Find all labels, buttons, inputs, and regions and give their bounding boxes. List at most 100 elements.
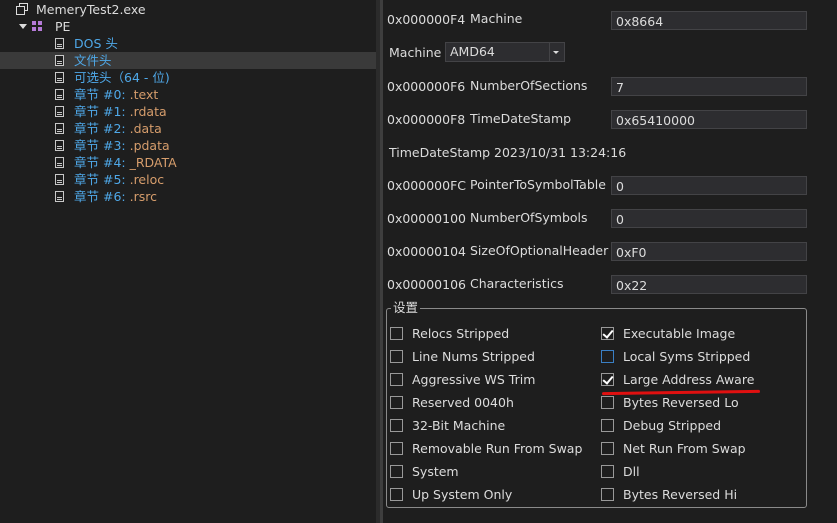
checkbox-unchecked-icon[interactable] (390, 465, 403, 478)
tree-item-label: DOS 头 (74, 36, 118, 51)
symtable-offset: 0x000000FC (387, 178, 466, 193)
document-icon (55, 89, 64, 100)
document-icon (55, 174, 64, 185)
section-name: .pdata (129, 138, 170, 153)
tree-item[interactable]: 文件头 (0, 52, 376, 69)
pe-module-icon (32, 21, 42, 31)
numsyms-offset: 0x00000100 (387, 211, 466, 226)
checkbox-unchecked-icon[interactable] (390, 488, 403, 501)
timestamp-field[interactable]: 0x65410000 (611, 110, 807, 129)
tree-pe-node[interactable]: PE (0, 18, 376, 35)
timestamp-text-value: 2023/10/31 13:24:16 (494, 145, 627, 160)
checkbox-unchecked-icon[interactable] (390, 396, 403, 409)
checkbox-label: Line Nums Stripped (412, 349, 535, 364)
settings-group-title: 设置 (391, 299, 421, 316)
timestamp-label: TimeDateStamp (470, 111, 572, 126)
tree-item-label: 章节 #6: .rsrc (74, 188, 157, 205)
checkbox-checked-icon[interactable] (601, 373, 614, 386)
file-header-panel: 0x000000F4 Machine 0x8664 Machine AMD64 … (383, 0, 837, 523)
symtable-label: PointerToSymbolTable (470, 177, 606, 192)
symtable-field[interactable]: 0 (611, 176, 807, 195)
document-icon (55, 106, 64, 117)
checkbox-label: Dll (623, 464, 640, 479)
checkbox-label: Reserved 0040h (412, 395, 514, 410)
checkbox-unchecked-icon[interactable] (390, 442, 403, 455)
tree-item-label: 文件头 (74, 53, 112, 68)
checkbox-unchecked-icon[interactable] (390, 373, 403, 386)
checkbox-unchecked-icon[interactable] (601, 419, 614, 432)
checkbox-label: Aggressive WS Trim (412, 372, 536, 387)
checkbox-unchecked-icon[interactable] (601, 465, 614, 478)
document-icon (55, 140, 64, 151)
section-prefix: 章节 #6: (74, 189, 130, 204)
machine-field[interactable]: 0x8664 (611, 11, 807, 30)
tree-item[interactable]: 章节 #4: _RDATA (0, 154, 376, 171)
checkbox-unchecked-icon[interactable] (601, 442, 614, 455)
checkbox-label: Bytes Reversed Hi (623, 487, 738, 502)
checkbox-unchecked-icon[interactable] (601, 488, 614, 501)
section-name: .data (129, 121, 162, 136)
checkbox-label: 32-Bit Machine (412, 418, 506, 433)
tree-item[interactable]: 章节 #2: .data (0, 120, 376, 137)
checkbox-unchecked-icon[interactable] (601, 396, 614, 409)
tree-item[interactable]: DOS 头 (0, 35, 376, 52)
sections-label: NumberOfSections (470, 78, 588, 93)
checkbox-label: Large Address Aware (623, 372, 755, 387)
numsyms-field[interactable]: 0 (611, 209, 807, 228)
tree-item-label: 章节 #1: .rdata (74, 103, 167, 120)
tree-item-label: 章节 #4: _RDATA (74, 154, 177, 171)
machine-dropdown-value: AMD64 (450, 44, 495, 59)
checkbox-unchecked-icon[interactable] (390, 350, 403, 363)
machine-combo-label: Machine (389, 45, 442, 60)
section-prefix: 章节 #2: (74, 121, 130, 136)
chars-offset: 0x00000106 (387, 277, 466, 292)
tree-root-label: MemeryTest2.exe (36, 2, 146, 17)
tree-item[interactable]: 章节 #6: .rsrc (0, 188, 376, 205)
sections-offset: 0x000000F6 (387, 79, 466, 94)
numsyms-label: NumberOfSymbols (470, 210, 588, 225)
tree-root-node[interactable]: MemeryTest2.exe (0, 1, 376, 18)
checkbox-label: System (412, 464, 459, 479)
tree-item[interactable]: 可选头（64 - 位) (0, 69, 376, 86)
machine-dropdown[interactable]: AMD64 (445, 42, 565, 62)
chevron-down-icon[interactable] (549, 43, 564, 61)
section-prefix: 章节 #5: (74, 172, 130, 187)
section-name: _RDATA (129, 155, 177, 170)
optsize-label: SizeOfOptionalHeader (470, 243, 609, 258)
section-name: .rsrc (129, 189, 157, 204)
checkbox-unchecked-icon[interactable] (601, 350, 614, 363)
checkbox-label: Debug Stripped (623, 418, 722, 433)
checkbox-label: Removable Run From Swap (412, 441, 583, 456)
tree-item[interactable]: 章节 #3: .pdata (0, 137, 376, 154)
tree-pe-label: PE (55, 19, 71, 34)
expand-arrow-icon[interactable] (19, 24, 27, 29)
checkbox-unchecked-icon[interactable] (390, 327, 403, 340)
tree-item[interactable]: 章节 #1: .rdata (0, 103, 376, 120)
tree-item[interactable]: 章节 #5: .reloc (0, 171, 376, 188)
timestamp-offset: 0x000000F8 (387, 112, 466, 127)
pe-tree-view[interactable]: MemeryTest2.exe PE DOS 头文件头 可选头（64 - 位) 章节… (0, 0, 376, 523)
tree-item[interactable]: 章节 #0: .text (0, 86, 376, 103)
section-name: .text (129, 87, 159, 102)
optsize-offset: 0x00000104 (387, 244, 466, 259)
section-prefix: 章节 #1: (74, 104, 130, 119)
document-icon (55, 191, 64, 202)
chars-field[interactable]: 0x22 (611, 275, 807, 294)
checkbox-label: Up System Only (412, 487, 513, 502)
optsize-field[interactable]: 0xF0 (611, 242, 807, 261)
tree-item-label: 可选头（64 - 位) (74, 70, 170, 85)
checkbox-label: Relocs Stripped (412, 326, 510, 341)
checkbox-label: Bytes Reversed Lo (623, 395, 739, 410)
section-prefix: 章节 #3: (74, 138, 130, 153)
section-prefix: 章节 #0: (74, 87, 130, 102)
document-icon (55, 123, 64, 134)
document-icon (55, 55, 64, 66)
sections-field[interactable]: 7 (611, 77, 807, 96)
checkbox-label: Executable Image (623, 326, 736, 341)
timestamp-text-label: TimeDateStamp (389, 145, 491, 160)
checkbox-checked-icon[interactable] (601, 327, 614, 340)
tree-item-label: 章节 #3: .pdata (74, 137, 170, 154)
checkbox-unchecked-icon[interactable] (390, 419, 403, 432)
document-icon (55, 157, 64, 168)
document-icon (55, 38, 64, 49)
